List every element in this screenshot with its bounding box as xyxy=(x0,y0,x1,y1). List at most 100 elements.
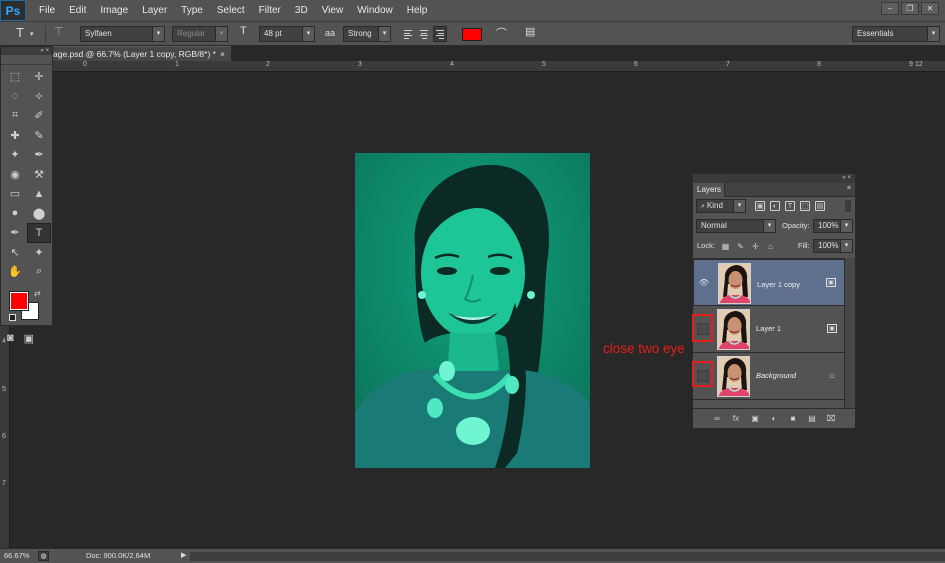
type-tool-icon[interactable]: T xyxy=(16,25,24,40)
eye-icon[interactable]: 👁 xyxy=(698,277,710,289)
adjustment-layer-icon[interactable]: ◐ xyxy=(769,414,780,423)
layer-row-background[interactable]: Background ⌂ xyxy=(693,353,845,400)
proof-icon[interactable]: ◍ xyxy=(38,551,49,561)
tool-preset-arrow-icon[interactable]: ▾ xyxy=(30,30,34,38)
tools-panel-grip[interactable] xyxy=(1,55,52,65)
layer-style-icon[interactable]: fx xyxy=(731,414,742,423)
layer-row-layer-1-copy[interactable]: 👁 Layer 1 copy ▣ xyxy=(693,259,845,306)
sharpen-tool-icon[interactable]: ● xyxy=(3,204,27,224)
text-color-swatch[interactable] xyxy=(462,28,482,41)
menu-help[interactable]: Help xyxy=(400,0,435,21)
font-family-select[interactable]: Sylfaen ▾ xyxy=(80,26,165,42)
add-mask-icon[interactable]: ▣ xyxy=(750,414,761,423)
fill-input[interactable]: 100% ▾ xyxy=(813,239,853,253)
link-layers-icon[interactable]: ∞ xyxy=(712,414,723,423)
smart-object-filter-icon[interactable]: ▤ xyxy=(815,201,825,211)
crop-tool-icon[interactable]: ⌗ xyxy=(3,106,27,126)
history-brush-tool-icon[interactable]: ✒ xyxy=(27,145,51,165)
menu-type[interactable]: Type xyxy=(174,0,210,21)
font-size-select[interactable]: 48 pt ▾ xyxy=(259,26,315,42)
workspace-select[interactable]: Essentials ▾ xyxy=(852,26,940,42)
clone-stamp-tool-icon[interactable]: ✦ xyxy=(3,145,27,165)
filter-kind-select[interactable]: ⌕ Kind ▾ xyxy=(696,199,746,213)
horizontal-ruler[interactable]: 0 1 2 3 4 5 6 7 8 9 10 11 12 xyxy=(53,61,945,72)
menu-view[interactable]: View xyxy=(315,0,351,21)
lock-image-icon[interactable]: ✎ xyxy=(736,242,745,251)
brush-tool-icon[interactable]: ✎ xyxy=(27,126,51,146)
blend-mode-select[interactable]: Normal ▾ xyxy=(696,219,776,233)
text-orientation-icon[interactable]: ⊤ xyxy=(54,25,64,38)
layers-panel-controls[interactable]: « × xyxy=(693,174,855,183)
close-button[interactable]: ✕ xyxy=(921,2,939,15)
opacity-input[interactable]: 100% ▾ xyxy=(813,219,853,233)
align-right-button[interactable] xyxy=(433,26,447,42)
menu-layer[interactable]: Layer xyxy=(135,0,174,21)
align-left-button[interactable] xyxy=(401,26,415,42)
blur-tool-icon[interactable]: ▭ xyxy=(3,184,27,204)
layer-name[interactable]: Background xyxy=(756,371,796,380)
pen-tool-icon[interactable]: ✒ xyxy=(3,223,27,243)
menu-3d[interactable]: 3D xyxy=(288,0,315,21)
layer-row-layer-1[interactable]: Layer 1 ▣ xyxy=(693,306,845,353)
delete-layer-icon[interactable]: ⌧ xyxy=(826,414,837,423)
canvas-image[interactable] xyxy=(355,153,590,468)
sponge-tool-icon[interactable]: ⬤ xyxy=(27,204,51,224)
tab-layers[interactable]: Layers xyxy=(693,183,725,197)
horizontal-scrollbar[interactable] xyxy=(190,552,945,561)
anti-alias-value: Strong xyxy=(348,29,372,38)
swap-colors-icon[interactable]: ⇄ xyxy=(34,289,41,298)
workspace-value: Essentials xyxy=(857,29,894,38)
anti-alias-select[interactable]: Strong ▾ xyxy=(343,26,391,42)
menu-select[interactable]: Select xyxy=(210,0,252,21)
eraser-tool-icon[interactable]: ◉ xyxy=(3,165,27,185)
document-tab[interactable]: age.psd @ 66.7% (Layer 1 copy, RGB/8*) *… xyxy=(53,46,231,61)
lock-position-icon[interactable]: ✛ xyxy=(751,242,760,251)
menu-edit[interactable]: Edit xyxy=(62,0,93,21)
shape-filter-icon[interactable]: ⬚ xyxy=(800,201,810,211)
zoom-level[interactable]: 66.67% xyxy=(4,551,29,560)
lock-all-icon[interactable]: ⌂ xyxy=(766,242,775,251)
zoom-tool-icon[interactable]: ⌕ xyxy=(27,262,51,282)
new-layer-icon[interactable]: ▤ xyxy=(807,414,818,423)
menu-window[interactable]: Window xyxy=(350,0,400,21)
tools-panel-header[interactable]: « × xyxy=(1,47,52,55)
paint-bucket-tool-icon[interactable]: ⚒ xyxy=(27,165,51,185)
menu-image[interactable]: Image xyxy=(93,0,135,21)
align-center-button[interactable] xyxy=(417,26,431,42)
menu-filter[interactable]: Filter xyxy=(252,0,288,21)
layers-scrollbar[interactable] xyxy=(844,258,855,408)
new-group-icon[interactable]: ■ xyxy=(788,414,799,423)
screen-mode-icon[interactable]: ▣ xyxy=(24,332,34,345)
hand-tool-icon[interactable]: ✋ xyxy=(3,262,27,282)
eyedropper-tool-icon[interactable]: ✐ xyxy=(27,106,51,126)
layer-name[interactable]: Layer 1 copy xyxy=(757,278,800,292)
marquee-tool-icon[interactable]: ⬚ xyxy=(3,67,27,87)
filter-kind-value: Kind xyxy=(706,201,723,210)
menu-file[interactable]: File xyxy=(32,0,62,21)
panel-menu-icon[interactable]: ≡ xyxy=(847,185,851,192)
font-style-select[interactable]: Regular ▾ xyxy=(172,26,228,42)
quick-mask-icon[interactable]: ◙ xyxy=(7,332,14,345)
pixel-filter-icon[interactable]: ▣ xyxy=(755,201,765,211)
status-menu-arrow-icon[interactable]: ▶ xyxy=(181,551,186,559)
minimize-button[interactable]: ‒ xyxy=(881,2,899,15)
foreground-color-swatch[interactable] xyxy=(9,290,29,311)
adjustment-filter-icon[interactable]: ◐ xyxy=(770,201,780,211)
restore-button[interactable]: ❐ xyxy=(901,2,919,15)
lasso-tool-icon[interactable]: ◌ xyxy=(3,87,27,107)
path-selection-tool-icon[interactable]: ↖ xyxy=(3,243,27,263)
dodge-tool-icon[interactable]: ▲ xyxy=(27,184,51,204)
type-filter-icon[interactable]: T xyxy=(785,201,795,211)
move-tool-icon[interactable]: ✛ xyxy=(27,67,51,87)
default-colors-icon[interactable] xyxy=(9,313,16,321)
filter-toggle[interactable] xyxy=(845,200,851,212)
type-tool-icon[interactable]: T xyxy=(27,223,51,243)
character-panel-icon[interactable]: ▤ xyxy=(525,25,535,38)
quick-select-tool-icon[interactable]: ✧ xyxy=(27,87,51,107)
healing-brush-tool-icon[interactable]: ✚ xyxy=(3,126,27,146)
warp-text-icon[interactable]: ⌒ xyxy=(496,25,507,41)
layer-name[interactable]: Layer 1 xyxy=(756,324,781,333)
close-tab-icon[interactable]: × xyxy=(220,47,225,61)
shape-tool-icon[interactable]: ✦ xyxy=(27,243,51,263)
lock-transparent-icon[interactable]: ▦ xyxy=(721,242,730,251)
